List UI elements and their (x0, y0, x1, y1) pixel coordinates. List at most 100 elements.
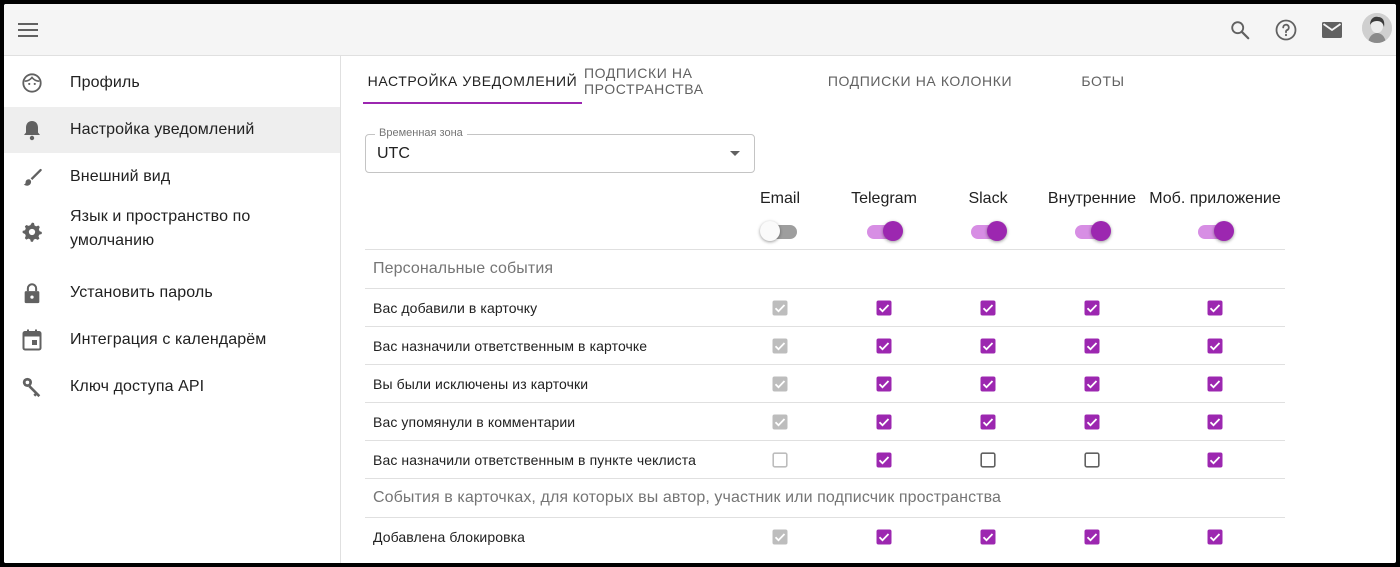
app-window: Профиль Настройка уведомлений Внешний ви… (4, 4, 1396, 563)
brush-icon (20, 165, 44, 189)
toggle-thumb (1214, 221, 1234, 241)
section-title: Персональные события (373, 260, 554, 277)
event-label: Добавлена блокировка (373, 529, 526, 545)
event-label: Вы были исключены из карточки (373, 376, 589, 392)
checkbox-telegram[interactable] (876, 414, 892, 430)
checkbox-internal[interactable] (1084, 300, 1100, 316)
hamburger-menu-icon[interactable] (12, 14, 44, 46)
sidebar-item-label: Интеграция с календарём (70, 331, 267, 348)
checkbox-telegram[interactable] (876, 300, 892, 316)
event-label: Вас добавили в карточку (373, 300, 538, 316)
face-icon (20, 71, 44, 95)
checkbox-email (772, 338, 788, 354)
checkbox-email (772, 414, 788, 430)
sidebar-item-label-line2: умолчанию (70, 232, 155, 249)
dropdown-arrow-icon (730, 151, 740, 156)
toggle-thumb (883, 221, 903, 241)
timezone-label: Временная зона (375, 127, 467, 139)
checkbox-email (772, 300, 788, 316)
channel-toggle-internal[interactable] (1072, 220, 1112, 242)
checkbox-slack[interactable] (980, 452, 996, 468)
tab-bots[interactable]: БОТЫ (1053, 56, 1153, 106)
table-row: Вас добавили в карточку (365, 288, 1285, 326)
sidebar-item-language[interactable]: Язык и пространство по умолчанию (4, 201, 340, 263)
channel-toggle-mobile[interactable] (1195, 220, 1235, 242)
mail-icon[interactable] (1316, 14, 1348, 46)
checkbox-telegram[interactable] (876, 338, 892, 354)
table-row: Вы были исключены из карточки (365, 364, 1285, 402)
user-avatar[interactable] (1362, 13, 1392, 43)
gear-icon (20, 220, 44, 244)
checkbox-internal[interactable] (1084, 338, 1100, 354)
channel-header-email: Email (759, 190, 801, 207)
bell-icon (20, 118, 44, 142)
checkbox-slack[interactable] (980, 376, 996, 392)
checkbox-mobile[interactable] (1207, 452, 1223, 468)
timezone-select[interactable]: Временная зона UTC (365, 127, 755, 173)
event-label: Вас упомянули в комментарии (373, 414, 576, 430)
channel-header-telegram: Telegram (851, 190, 917, 207)
checkbox-internal[interactable] (1084, 376, 1100, 392)
timezone-value: UTC (377, 145, 410, 162)
checkbox-mobile[interactable] (1207, 300, 1223, 316)
table-row: Вас назначили ответственным в карточке (365, 326, 1285, 364)
toggle-thumb (1091, 221, 1111, 241)
sidebar-item-label: Ключ доступа API (70, 378, 205, 395)
event-label: Вас назначили ответственным в карточке (373, 338, 648, 354)
sidebar-item-api-key[interactable]: Ключ доступа API (4, 364, 340, 410)
sidebar-item-label: Настройка уведомлений (70, 121, 255, 138)
checkbox-internal[interactable] (1084, 529, 1100, 545)
table-row: Вас упомянули в комментарии (365, 402, 1285, 440)
active-tab-indicator (363, 102, 582, 104)
event-label: Вас назначили ответственным в пункте чек… (373, 452, 697, 468)
toggle-thumb (987, 221, 1007, 241)
channel-header-slack: Slack (968, 190, 1008, 207)
lock-icon (20, 281, 44, 305)
checkbox-slack[interactable] (980, 414, 996, 430)
help-icon[interactable] (1270, 14, 1302, 46)
tab-notification-settings[interactable]: НАСТРОЙКА УВЕДОМЛЕНИЙ (363, 56, 582, 106)
section-header: Персональные события (365, 249, 1285, 288)
tab-column-subscriptions[interactable]: ПОДПИСКИ НА КОЛОНКИ (825, 56, 1015, 106)
channel-toggle-telegram[interactable] (864, 220, 904, 242)
checkbox-email (772, 529, 788, 545)
tab-space-subscriptions[interactable]: ПОДПИСКИ НА ПРОСТРАНСТВА (584, 56, 814, 106)
top-app-bar (4, 4, 1396, 56)
section-header: События в карточках, для которых вы авто… (365, 478, 1285, 517)
channel-header-internal: Внутренние (1047, 190, 1137, 207)
checkbox-mobile[interactable] (1207, 338, 1223, 354)
toggle-thumb (760, 221, 780, 241)
sidebar-item-label: Установить пароль (70, 284, 213, 301)
sidebar-item-profile[interactable]: Профиль (4, 60, 340, 106)
sidebar-item-password[interactable]: Установить пароль (4, 270, 340, 316)
sidebar-item-calendar[interactable]: Интеграция с календарём (4, 317, 340, 363)
checkbox-email (772, 376, 788, 392)
checkbox-slack[interactable] (980, 529, 996, 545)
checkbox-mobile[interactable] (1207, 529, 1223, 545)
channel-toggle-email[interactable] (760, 220, 800, 242)
sidebar-item-label-line1: Язык и пространство по (70, 208, 251, 225)
section-title: События в карточках, для которых вы авто… (373, 489, 1002, 506)
sidebar-item-notifications[interactable]: Настройка уведомлений (4, 107, 340, 153)
checkbox-email (772, 452, 788, 468)
sidebar-item-label: Профиль (70, 74, 140, 91)
checkbox-mobile[interactable] (1207, 376, 1223, 392)
sidebar-item-label: Внешний вид (70, 168, 171, 185)
checkbox-slack[interactable] (980, 300, 996, 316)
checkbox-telegram[interactable] (876, 452, 892, 468)
table-row: Вас назначили ответственным в пункте чек… (365, 440, 1285, 478)
settings-sidebar: Профиль Настройка уведомлений Внешний ви… (4, 56, 341, 563)
checkbox-internal[interactable] (1084, 452, 1100, 468)
calendar-icon (20, 328, 44, 352)
checkbox-telegram[interactable] (876, 376, 892, 392)
settings-tabs: НАСТРОЙКА УВЕДОМЛЕНИЙ ПОДПИСКИ НА ПРОСТР… (363, 56, 1396, 106)
sidebar-item-appearance[interactable]: Внешний вид (4, 154, 340, 200)
checkbox-slack[interactable] (980, 338, 996, 354)
search-icon[interactable] (1224, 14, 1256, 46)
channel-toggle-slack[interactable] (968, 220, 1008, 242)
key-icon (20, 375, 44, 399)
checkbox-mobile[interactable] (1207, 414, 1223, 430)
sidebar-item-label: Язык и пространство по умолчанию (70, 205, 250, 253)
checkbox-telegram[interactable] (876, 529, 892, 545)
checkbox-internal[interactable] (1084, 414, 1100, 430)
